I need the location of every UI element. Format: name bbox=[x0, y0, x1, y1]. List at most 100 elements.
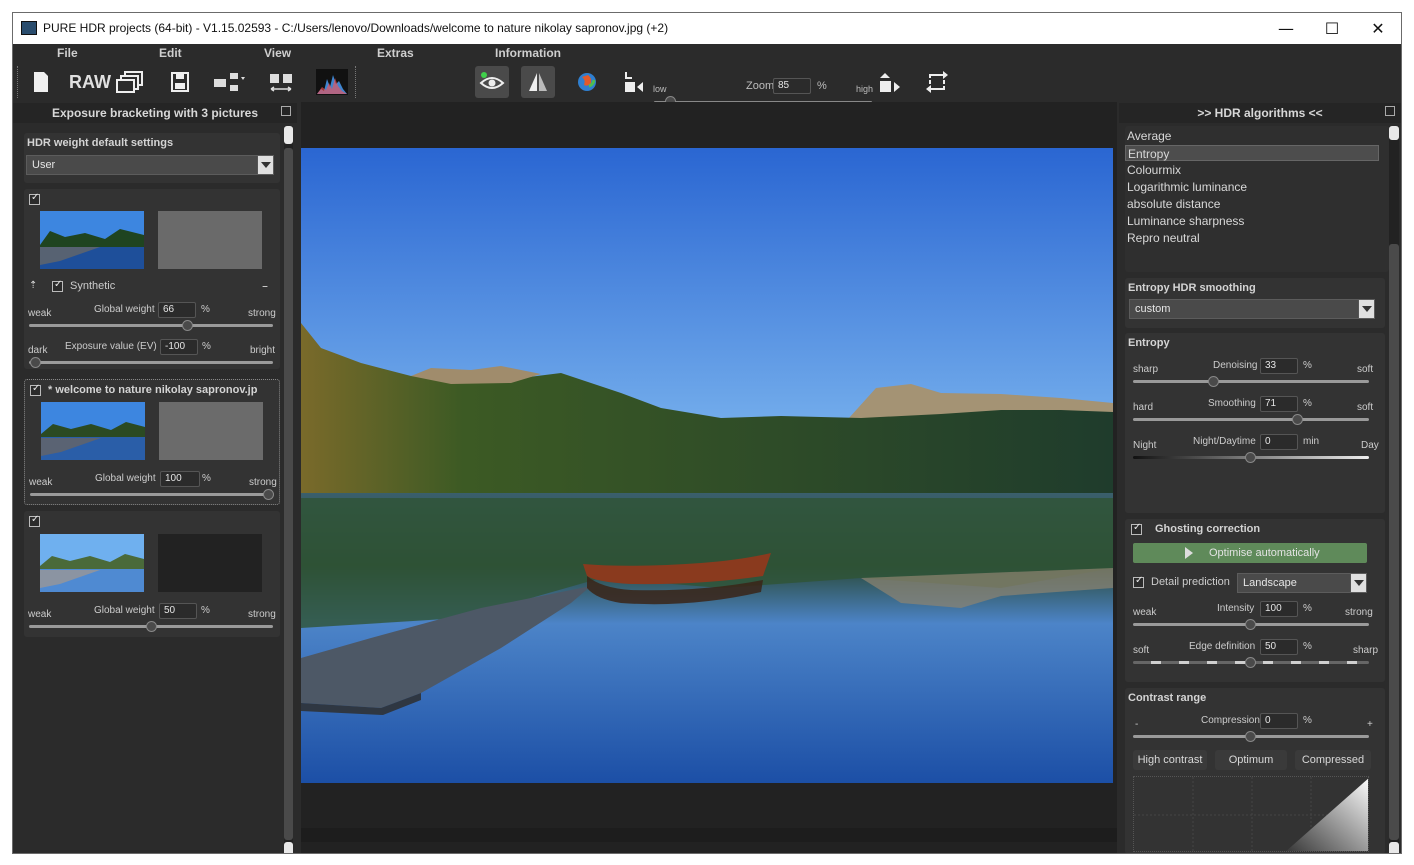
new-project-button[interactable] bbox=[29, 66, 53, 98]
night-daytime-knob[interactable] bbox=[1245, 452, 1256, 463]
image-1-thumbnail bbox=[40, 211, 144, 269]
compression-input[interactable]: 0 bbox=[1260, 713, 1298, 729]
algorithm-item[interactable]: Colourmix bbox=[1125, 162, 1379, 178]
compression-minus-label: - bbox=[1135, 719, 1139, 730]
global-weight-slider-2[interactable] bbox=[30, 493, 274, 496]
zoom-out-icon bbox=[625, 72, 643, 92]
smoothing-slider[interactable] bbox=[1133, 418, 1369, 421]
left-scroll-thumb[interactable] bbox=[284, 148, 293, 840]
left-panel-scrollbar[interactable] bbox=[284, 126, 293, 853]
edge-right-label: sharp bbox=[1353, 645, 1379, 656]
open-raw-button[interactable]: RAW bbox=[69, 66, 111, 98]
image-card-1: ⇡ Synthetic – weak Global weight 66 % st… bbox=[24, 189, 280, 369]
minimize-button[interactable]: — bbox=[1263, 13, 1309, 44]
edge-definition-input[interactable]: 50 bbox=[1260, 639, 1298, 655]
global-weight-knob-1[interactable] bbox=[182, 320, 193, 331]
globe-icon bbox=[578, 73, 596, 91]
export-button[interactable] bbox=[211, 66, 249, 98]
menu-information[interactable]: Information bbox=[495, 46, 561, 60]
landscape-photo bbox=[301, 148, 1113, 783]
synthetic-checkbox[interactable] bbox=[52, 279, 63, 292]
compressed-button[interactable]: Compressed bbox=[1295, 750, 1371, 770]
menu-file[interactable]: File bbox=[57, 46, 78, 60]
optimum-button[interactable]: Optimum bbox=[1215, 750, 1287, 770]
algorithm-item[interactable]: Repro neutral bbox=[1125, 230, 1379, 246]
image-3-weight-map bbox=[158, 534, 262, 592]
close-button[interactable]: ✕ bbox=[1355, 13, 1401, 44]
zoom-in-button[interactable] bbox=[877, 66, 903, 98]
maximize-button[interactable]: ☐ bbox=[1309, 13, 1355, 44]
menu-edit[interactable]: Edit bbox=[159, 46, 182, 60]
global-weight-slider-1[interactable] bbox=[29, 324, 273, 327]
align-icon[interactable]: ⇡ bbox=[29, 280, 43, 292]
intensity-knob[interactable] bbox=[1245, 619, 1256, 630]
horizontal-scrollbar[interactable] bbox=[301, 828, 1117, 842]
intensity-input[interactable]: 100 bbox=[1260, 601, 1298, 617]
collapse-icon[interactable]: – bbox=[262, 279, 268, 293]
smoothing-input[interactable]: 71 bbox=[1260, 396, 1298, 412]
scroll-up-button[interactable] bbox=[284, 126, 293, 144]
ghosting-title: Ghosting correction bbox=[1155, 523, 1261, 535]
denoising-knob[interactable] bbox=[1208, 376, 1219, 387]
color-globe-button[interactable] bbox=[573, 66, 601, 98]
edge-definition-knob[interactable] bbox=[1245, 657, 1256, 668]
smoothing-dropdown[interactable]: custom bbox=[1129, 299, 1375, 319]
right-scroll-thumb[interactable] bbox=[1389, 244, 1399, 840]
menu-extras[interactable]: Extras bbox=[377, 46, 414, 60]
global-weight-label: Global weight bbox=[95, 473, 156, 484]
algorithm-item[interactable]: Average bbox=[1125, 128, 1379, 144]
preview-toggle-button[interactable] bbox=[475, 66, 509, 98]
split-view-button[interactable] bbox=[521, 66, 555, 98]
ev-slider[interactable] bbox=[29, 361, 273, 364]
scroll-down-button[interactable] bbox=[284, 842, 293, 853]
global-weight-knob-2[interactable] bbox=[263, 489, 274, 500]
global-weight-input-2[interactable]: 100 bbox=[160, 471, 200, 487]
undock-icon[interactable] bbox=[1385, 106, 1395, 116]
night-daytime-label: Night/Daytime bbox=[1193, 436, 1256, 447]
hdr-weight-title: HDR weight default settings bbox=[27, 137, 174, 149]
global-weight-input-1[interactable]: 66 bbox=[158, 302, 196, 318]
save-button[interactable] bbox=[169, 66, 191, 98]
image-2-checkbox[interactable] bbox=[30, 383, 41, 396]
algorithm-item[interactable]: Luminance sharpness bbox=[1125, 213, 1379, 229]
undock-icon[interactable] bbox=[281, 106, 291, 116]
open-images-button[interactable] bbox=[115, 66, 145, 98]
high-contrast-button[interactable]: High contrast bbox=[1133, 750, 1207, 770]
hdr-weight-dropdown[interactable]: User bbox=[26, 155, 274, 175]
denoising-input[interactable]: 33 bbox=[1260, 358, 1298, 374]
zoom-input[interactable]: 85 bbox=[773, 78, 811, 94]
smoothing-knob[interactable] bbox=[1292, 414, 1303, 425]
scroll-down-button[interactable] bbox=[1389, 842, 1399, 853]
detail-prediction-dropdown[interactable]: Landscape bbox=[1237, 573, 1367, 593]
image-card-2: * welcome to nature nikolay sapronov.jp … bbox=[24, 379, 280, 505]
menu-view[interactable]: View bbox=[264, 46, 291, 60]
optimise-button[interactable]: Optimise automatically bbox=[1133, 543, 1367, 563]
histogram-button[interactable] bbox=[315, 66, 349, 98]
zoom-in-icon bbox=[880, 73, 900, 92]
chevron-down-icon bbox=[1358, 300, 1374, 318]
algorithm-item[interactable]: Logarithmic luminance bbox=[1125, 179, 1379, 195]
ghosting-checkbox[interactable] bbox=[1131, 522, 1142, 535]
image-1-checkbox[interactable] bbox=[29, 192, 40, 205]
algorithm-item-selected[interactable]: Entropy bbox=[1125, 145, 1379, 161]
denoising-slider[interactable] bbox=[1133, 380, 1369, 383]
ev-knob[interactable] bbox=[30, 357, 41, 368]
ev-input[interactable]: -100 bbox=[160, 339, 198, 355]
global-weight-input-3[interactable]: 50 bbox=[159, 603, 197, 619]
compression-knob[interactable] bbox=[1245, 731, 1256, 742]
right-panel-scrollbar[interactable] bbox=[1389, 126, 1399, 853]
zoom-out-button[interactable] bbox=[621, 66, 647, 98]
algorithm-item[interactable]: absolute distance bbox=[1125, 196, 1379, 212]
scroll-up-button[interactable] bbox=[1389, 126, 1399, 140]
image-3-checkbox[interactable] bbox=[29, 514, 40, 527]
left-panel: Exposure bracketing with 3 pictures HDR … bbox=[13, 102, 297, 853]
detail-prediction-checkbox[interactable] bbox=[1133, 575, 1144, 588]
global-weight-knob-3[interactable] bbox=[146, 621, 157, 632]
compare-button[interactable] bbox=[267, 66, 295, 98]
toolbar-separator bbox=[355, 66, 356, 98]
dark-label: dark bbox=[28, 345, 48, 356]
tone-curve-graph[interactable] bbox=[1133, 776, 1369, 852]
night-daytime-input[interactable]: 0 bbox=[1260, 434, 1298, 450]
rotate-button[interactable] bbox=[923, 66, 951, 98]
entropy-title: Entropy bbox=[1128, 337, 1170, 349]
